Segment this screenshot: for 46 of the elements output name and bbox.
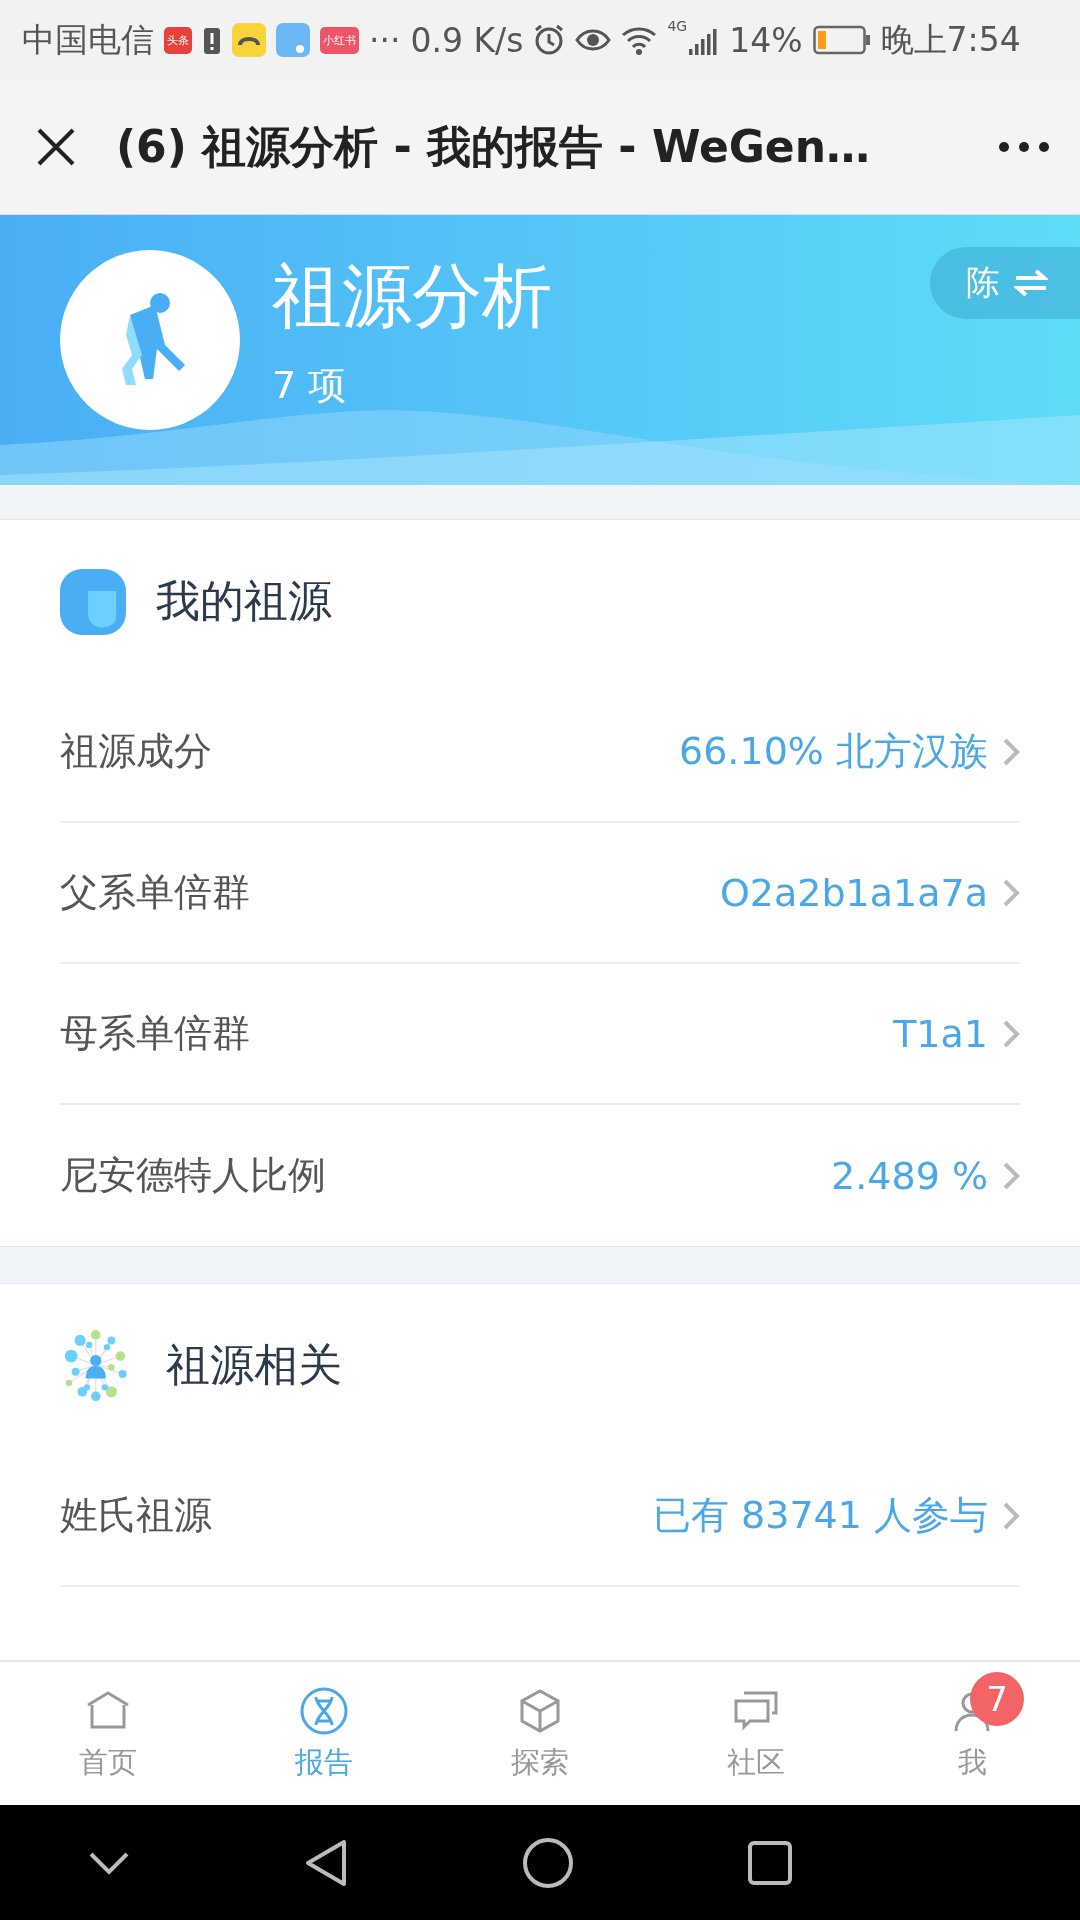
battery-icon — [812, 25, 871, 55]
section-title: 祖源相关 — [166, 1337, 342, 1392]
row-value-link[interactable]: 66.10% 北方汉族 — [679, 726, 1020, 777]
page-title: (6) 祖源分析 - 我的报告 - WeGen… — [116, 119, 872, 174]
battery-percent-text: 14% — [729, 20, 803, 60]
chevron-right-icon — [1002, 736, 1020, 767]
carrier-text: 中国电信 — [22, 18, 154, 61]
chevron-right-icon — [1002, 1018, 1020, 1049]
home-button-icon[interactable] — [521, 1836, 574, 1889]
clock-text: 晚上7:54 — [880, 18, 1021, 61]
item-count: 7 项 — [272, 361, 348, 409]
more-notifications-text: ··· — [369, 20, 401, 60]
network-type-text: 4G — [667, 18, 688, 34]
nav-tab[interactable]: 探索 — [432, 1662, 648, 1805]
nav-tab[interactable]: 首页 — [0, 1662, 216, 1805]
recents-icon[interactable] — [747, 1839, 794, 1886]
row-label: 祖源成分 — [60, 728, 212, 775]
row-label: 尼安德特人比例 — [60, 1152, 326, 1199]
back-icon[interactable] — [304, 1837, 349, 1888]
row-label: 母系单倍群 — [60, 1010, 250, 1057]
row-value-link[interactable]: O2a2b1a1a7a — [719, 870, 1020, 915]
nav-tab[interactable]: 我 7 — [864, 1662, 1080, 1805]
chevron-right-icon — [1002, 1500, 1020, 1531]
close-icon[interactable] — [36, 127, 76, 167]
message-app-icon — [276, 23, 310, 57]
car-app-icon — [232, 23, 266, 57]
row-value-link[interactable]: T1a1 — [893, 1011, 1020, 1056]
nav-tab[interactable]: 社区 — [648, 1662, 864, 1805]
network-speed-text: 0.9 K/s — [410, 20, 524, 60]
swap-icon — [1014, 269, 1048, 297]
app-badge: 小红书 — [320, 26, 359, 54]
row-value-link[interactable]: 2.489 % — [831, 1153, 1020, 1198]
row-label: 父系单倍群 — [60, 869, 250, 916]
header-title: 祖源分析 — [272, 253, 552, 339]
row-value-link[interactable]: 已有 83741 人参与 — [652, 1490, 1020, 1541]
profile-switch-button[interactable]: 陈 — [930, 247, 1080, 319]
alarm-icon — [533, 24, 566, 56]
chevron-right-icon — [1002, 877, 1020, 908]
wifi-icon — [621, 25, 658, 55]
app-badge: 头条 — [164, 26, 192, 54]
notification-badge: 7 — [970, 1672, 1024, 1726]
chevron-right-icon — [1002, 1160, 1020, 1191]
more-icon[interactable] — [998, 141, 1050, 153]
section-title: 我的祖源 — [156, 573, 332, 628]
row-label: 姓氏祖源 — [60, 1492, 212, 1539]
nav-tab[interactable]: 报告 — [216, 1662, 432, 1805]
